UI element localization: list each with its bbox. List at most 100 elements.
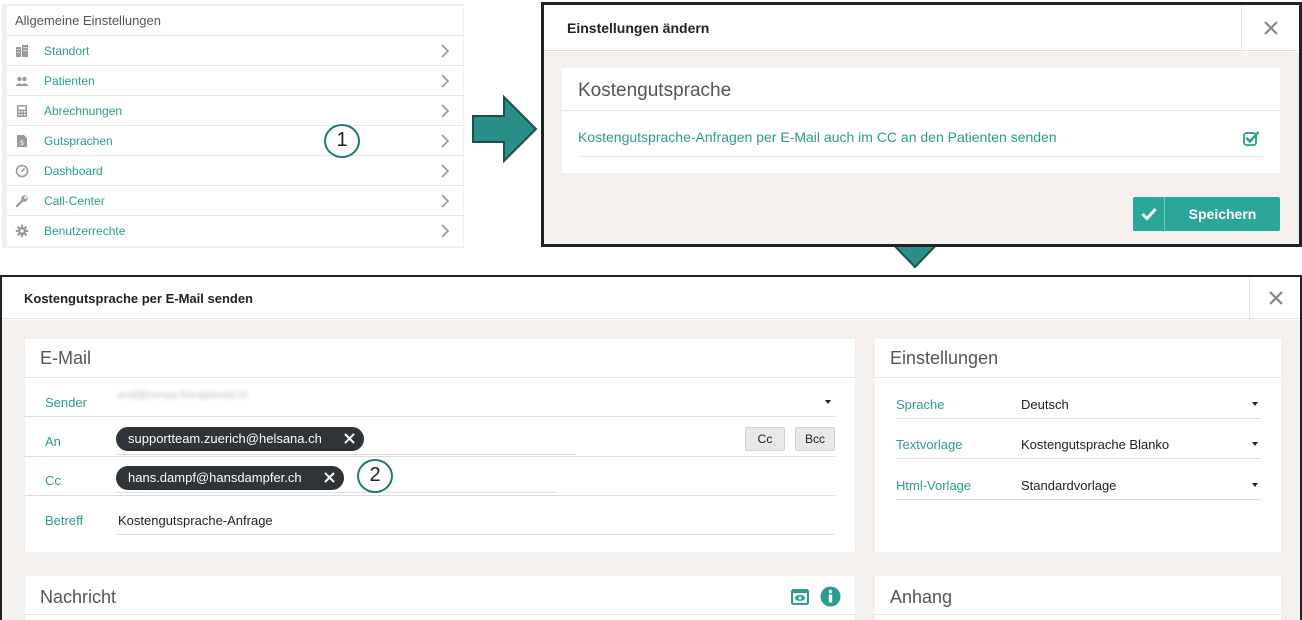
template-dropdown-caret-icon[interactable] xyxy=(1252,442,1258,446)
settings-panel: Einstellungen Sprache Deutsch Textvorlag… xyxy=(875,339,1281,552)
email-panel: E-Mail Sender andi@compa.therapiemail.ch… xyxy=(25,339,855,552)
checkmark-icon xyxy=(1141,207,1157,221)
subject-input[interactable]: Kostengutsprache-Anfrage xyxy=(118,513,273,528)
panel-title: Nachricht xyxy=(40,587,117,607)
subject-label: Betreff xyxy=(45,513,84,528)
divider xyxy=(896,499,1261,500)
cc-input-underline xyxy=(116,492,556,493)
sidebar-item-label: Call-Center xyxy=(44,194,105,208)
sender-value: andi@compa.therapiemail.ch xyxy=(118,390,248,401)
sidebar-item-label: Patienten xyxy=(44,74,95,88)
modal-title: Kostengutsprache per E-Mail senden xyxy=(24,291,253,306)
divider xyxy=(25,495,835,496)
sidebar-item-label: Dashboard xyxy=(44,164,103,178)
to-label: An xyxy=(45,434,61,449)
chevron-right-icon xyxy=(441,194,450,208)
sidebar-item-call-center[interactable]: Call-Center xyxy=(7,186,463,216)
sidebar-item-standort[interactable]: Standort xyxy=(7,36,463,66)
sidebar-item-dashboard[interactable]: Dashboard xyxy=(7,156,463,186)
chevron-right-icon xyxy=(441,44,450,58)
gear-icon xyxy=(15,224,29,238)
to-input-underline xyxy=(116,454,576,455)
modal-change-settings: Einstellungen ändern Kostengutsprache Ko… xyxy=(541,2,1302,247)
modal-header: Kostengutsprache per E-Mail senden xyxy=(2,277,1300,319)
sidebar-item-label: Abrechnungen xyxy=(44,104,123,118)
html-template-label: Html-Vorlage xyxy=(896,478,972,493)
wrench-icon xyxy=(15,195,28,208)
sidebar-item-label: Gutsprachen xyxy=(44,134,113,148)
settings-list-title: Allgemeine Einstellungen xyxy=(7,6,463,36)
divider xyxy=(875,377,1281,378)
panel-title: E-Mail xyxy=(40,348,92,368)
divider xyxy=(562,110,1280,111)
sender-label: Sender xyxy=(45,395,87,410)
language-dropdown-caret-icon[interactable] xyxy=(1252,402,1258,406)
cc-label: Cc xyxy=(45,473,61,488)
chevron-right-icon xyxy=(441,164,450,178)
cc-patient-option-label: Kostengutsprache-Anfragen per E-Mail auc… xyxy=(578,129,1057,145)
chevron-right-icon xyxy=(441,104,450,118)
sidebar-item-patienten[interactable]: Patienten xyxy=(7,66,463,96)
divider xyxy=(578,156,1264,157)
svg-text:$: $ xyxy=(20,139,24,147)
modal-body: Kostengutsprache Kostengutsprache-Anfrag… xyxy=(544,52,1299,244)
attachment-panel: Anhang xyxy=(875,576,1281,620)
arrow-right-icon xyxy=(472,94,538,164)
save-icon-box xyxy=(1133,197,1165,231)
close-button[interactable] xyxy=(1249,277,1300,319)
divider xyxy=(25,377,855,378)
modal-body: E-Mail Sender andi@compa.therapiemail.ch… xyxy=(2,320,1300,620)
close-icon xyxy=(1269,291,1283,305)
language-select[interactable]: Deutsch xyxy=(1021,397,1069,412)
remove-recipient-icon[interactable] xyxy=(344,433,355,444)
checkbox-checked-icon[interactable] xyxy=(1243,130,1259,146)
add-cc-button[interactable]: Cc xyxy=(745,427,785,451)
language-label: Sprache xyxy=(896,397,945,412)
chevron-right-icon xyxy=(441,224,450,238)
dashboard-icon xyxy=(15,164,29,178)
recipient-email: supportteam.zuerich@helsana.ch xyxy=(128,431,322,446)
panel-title: Kostengutsprache xyxy=(578,80,732,101)
panel-title: Einstellungen xyxy=(890,348,999,368)
sidebar-item-label: Benutzerrechte xyxy=(44,224,126,238)
modal-title: Einstellungen ändern xyxy=(567,20,710,36)
divider xyxy=(896,458,1261,459)
remove-cc-recipient-icon[interactable] xyxy=(324,472,335,483)
divider xyxy=(896,418,1261,419)
template-label: Textvorlage xyxy=(896,437,963,452)
sender-field[interactable]: andi@compa.therapiemail.ch xyxy=(118,390,318,402)
divider xyxy=(25,456,835,457)
divider xyxy=(25,614,855,615)
building-icon xyxy=(16,45,28,57)
sidebar-item-label: Standort xyxy=(44,44,90,58)
preview-icon[interactable] xyxy=(790,587,810,607)
cc-recipient-tag: hans.dampf@hansdampfer.ch xyxy=(116,466,344,490)
sidebar-item-gutsprachen[interactable]: $ Gutsprachen xyxy=(7,126,463,156)
sidebar-item-benutzerrechte[interactable]: Benutzerrechte xyxy=(7,216,463,246)
users-icon xyxy=(15,76,29,86)
general-settings-list: Allgemeine Einstellungen Standort Patien… xyxy=(2,4,464,248)
save-button-label: Speichern xyxy=(1188,206,1257,222)
add-bcc-button[interactable]: Bcc xyxy=(795,427,835,451)
message-panel: Nachricht xyxy=(25,576,855,620)
close-icon xyxy=(1264,21,1278,35)
template-select[interactable]: Kostengutsprache Blanko xyxy=(1021,437,1169,452)
divider xyxy=(875,614,1281,615)
document-dollar-icon: $ xyxy=(17,135,27,147)
chevron-right-icon xyxy=(441,74,450,88)
modal-send-email: Kostengutsprache per E-Mail senden E-Mai… xyxy=(0,275,1302,620)
divider xyxy=(25,416,835,417)
save-button[interactable]: Speichern xyxy=(1133,197,1280,231)
info-icon[interactable] xyxy=(820,586,841,607)
html-template-dropdown-caret-icon[interactable] xyxy=(1252,483,1258,487)
kostengutsprache-panel: Kostengutsprache Kostengutsprache-Anfrag… xyxy=(562,68,1280,173)
chevron-right-icon xyxy=(441,134,450,148)
close-button[interactable] xyxy=(1241,5,1299,51)
modal-header: Einstellungen ändern xyxy=(544,5,1299,51)
recipient-tag: supportteam.zuerich@helsana.ch xyxy=(116,427,364,451)
sidebar-item-abrechnungen[interactable]: Abrechnungen xyxy=(7,96,463,126)
cc-recipient-email: hans.dampf@hansdampfer.ch xyxy=(128,470,302,485)
html-template-select[interactable]: Standardvorlage xyxy=(1021,478,1116,493)
step-marker-2: 2 xyxy=(357,459,393,493)
sender-dropdown-caret-icon[interactable] xyxy=(825,400,831,404)
